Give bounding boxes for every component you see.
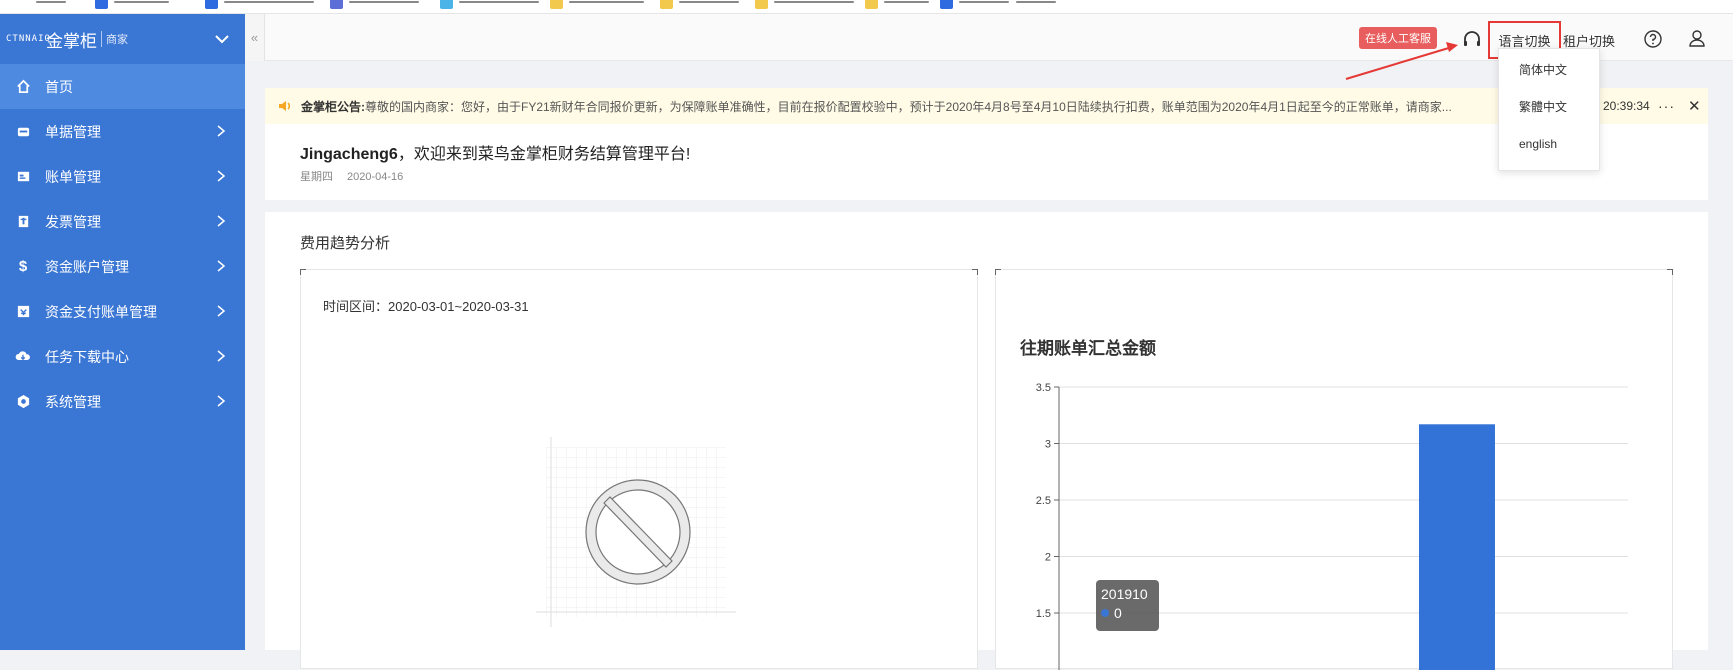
invoice-icon: [15, 214, 31, 230]
sidebar-item-fund-accounts[interactable]: $ 资金账户管理: [0, 244, 245, 289]
sidebar-item-home[interactable]: 首页: [0, 64, 245, 109]
bill-summary-card: 往期账单汇总金额 3.5 3 2.5 2 1.5 201910 0: [995, 269, 1673, 670]
bookmark-item[interactable]: [550, 0, 644, 9]
chart-tooltip: 201910 0: [1096, 580, 1159, 631]
chevron-right-icon: [217, 170, 226, 182]
sidebar-item-label: 任务下载中心: [45, 348, 129, 365]
weekday: 星期四: [300, 171, 333, 183]
sidebar-item-label: 账单管理: [45, 168, 101, 185]
user-icon[interactable]: [1687, 28, 1707, 48]
no-data-icon: [536, 437, 736, 627]
bookmark-item[interactable]: [440, 0, 539, 9]
date-range: 时间区间：2020-03-01~2020-03-31: [323, 299, 529, 314]
sidebar: CTNNAIO 金掌柜 商家 首页 单据管理 账单管理 发票管理 $ 资金账户管…: [0, 14, 245, 650]
bill-icon: [15, 169, 31, 185]
help-icon[interactable]: [1643, 29, 1663, 49]
bookmark-item[interactable]: [865, 0, 929, 9]
bookmark-item[interactable]: [1010, 0, 1056, 8]
sidebar-item-download-center[interactable]: 任务下载中心: [0, 334, 245, 379]
language-option-simplified-chinese[interactable]: 简体中文: [1499, 59, 1599, 96]
bookmark-item[interactable]: [940, 0, 1009, 9]
announcement-bar: 金掌柜公告: 尊敬的国内商家：您好，由于FY21新财年合同报价更新，为保障账单准…: [265, 88, 1708, 124]
sidebar-item-documents[interactable]: 单据管理: [0, 109, 245, 154]
announcement-time: 20:39:34: [1603, 99, 1650, 113]
more-icon[interactable]: ···: [1658, 98, 1675, 114]
chevron-down-icon[interactable]: [213, 30, 231, 48]
y-tick-label: 2.5: [1036, 495, 1051, 507]
welcome-message: Jingacheng6，欢迎来到菜鸟金掌柜财务结算管理平台!: [300, 140, 690, 164]
close-icon[interactable]: ✕: [1688, 97, 1701, 115]
bookmark-item[interactable]: [330, 0, 419, 9]
fee-trend-panel: 费用趋势分析 时间区间：2020-03-01~2020-03-31 往期账单汇总…: [265, 212, 1708, 670]
sidebar-item-label: 首页: [45, 78, 73, 95]
welcome-text: ，欢迎来到菜鸟金掌柜财务结算管理平台!: [397, 146, 691, 163]
brand-suffix: 商家: [101, 31, 128, 47]
panel-title: 费用趋势分析: [300, 235, 391, 252]
online-support-badge[interactable]: 在线人工客服: [1359, 27, 1437, 49]
sidebar-header: CTNNAIO 金掌柜 商家: [0, 14, 245, 64]
announcement-text: 尊敬的国内商家：您好，由于FY21新财年合同报价更新，为保障账单准确性，目前在报…: [365, 99, 1452, 114]
language-dropdown: 简体中文 繁體中文 english: [1498, 48, 1600, 171]
dollar-icon: $: [18, 258, 28, 275]
bookmark-item[interactable]: [30, 0, 66, 8]
series-dot: [1101, 609, 1109, 617]
bookmark-item[interactable]: [660, 0, 739, 9]
bar-201911: [1418, 424, 1495, 670]
bookmark-item[interactable]: [205, 0, 314, 9]
chevron-right-icon: [217, 260, 226, 272]
date-line: 星期四 2020-04-16: [300, 168, 403, 184]
document-icon: [15, 124, 31, 140]
settings-icon: [15, 394, 31, 410]
chevron-right-icon: [217, 125, 226, 137]
cloud-download-icon: [15, 349, 31, 365]
chevron-right-icon: [217, 305, 226, 317]
bookmark-item[interactable]: [95, 0, 169, 9]
announcement-title: 金掌柜公告:: [301, 99, 365, 114]
sidebar-item-label: 单据管理: [45, 123, 101, 140]
collapse-sidebar-button[interactable]: «: [245, 14, 265, 61]
chevron-right-icon: [217, 350, 226, 362]
home-icon: [15, 79, 31, 95]
welcome-card: Jingacheng6，欢迎来到菜鸟金掌柜财务结算管理平台! 星期四 2020-0…: [265, 124, 1708, 200]
language-option-traditional-chinese[interactable]: 繁體中文: [1499, 96, 1599, 133]
trend-card: 时间区间：2020-03-01~2020-03-31: [300, 269, 978, 669]
sidebar-item-label: 资金账户管理: [45, 258, 129, 275]
sidebar-item-label: 系统管理: [45, 393, 101, 410]
y-tick-label: 3.5: [1036, 382, 1051, 394]
sidebar-item-label: 资金支付账单管理: [45, 303, 157, 320]
browser-bookmarks-bar: [0, 0, 1733, 14]
speaker-icon: [279, 101, 291, 111]
sidebar-item-fund-payments[interactable]: 资金支付账单管理: [0, 289, 245, 334]
y-tick-label: 1.5: [1036, 608, 1051, 620]
cainiao-logo: CTNNAIO: [6, 33, 51, 44]
brand-name: 金掌柜: [46, 31, 97, 51]
tooltip-label: 201910: [1101, 586, 1148, 602]
sidebar-item-invoices[interactable]: 发票管理: [0, 199, 245, 244]
chevron-right-icon: [217, 215, 226, 227]
y-tick-label: 3: [1045, 439, 1051, 451]
username: Jingacheng6: [300, 146, 398, 163]
bookmark-item[interactable]: [755, 0, 854, 9]
y-tick-label: 2: [1045, 552, 1051, 564]
sidebar-item-bills[interactable]: 账单管理: [0, 154, 245, 199]
tooltip-value: 0: [1114, 605, 1122, 621]
current-date: 2020-04-16: [347, 171, 404, 183]
chevron-right-icon: [217, 395, 226, 407]
payment-icon: [15, 304, 31, 320]
language-option-english[interactable]: english: [1499, 133, 1599, 170]
sidebar-item-label: 发票管理: [45, 213, 101, 230]
sidebar-item-system[interactable]: 系统管理: [0, 379, 245, 424]
headset-icon[interactable]: [1461, 28, 1483, 50]
